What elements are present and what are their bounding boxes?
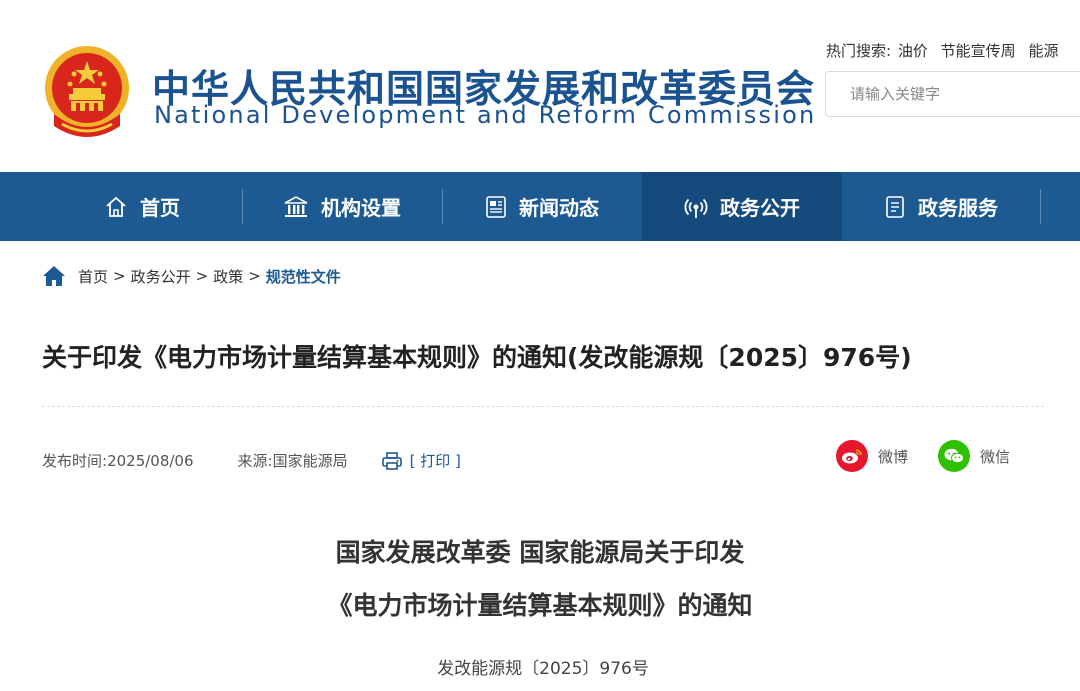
breadcrumb-separator: > (248, 267, 261, 285)
breadcrumb-item-policy[interactable]: 政策 (213, 266, 243, 287)
breadcrumb-item-current[interactable]: 规范性文件 (266, 266, 341, 287)
title-divider (42, 406, 1044, 407)
nav-item-organization[interactable]: 机构设置 (242, 172, 442, 241)
search-box (825, 71, 1080, 117)
main-nav: 首页 机构设置 新闻动态 政务公开 政务服务 (0, 172, 1080, 241)
home-icon[interactable] (42, 265, 66, 287)
breadcrumb-item-government-affairs[interactable]: 政务公开 (131, 266, 191, 287)
nav-item-label: 机构设置 (321, 196, 401, 220)
broadcast-icon (684, 198, 708, 218)
nav-item-label: 政务服务 (918, 196, 998, 220)
print-button[interactable]: [ 打印 ] (381, 450, 461, 471)
nav-item-home[interactable]: 首页 (42, 172, 242, 241)
site-title-en[interactable]: National Development and Reform Commissi… (154, 101, 816, 129)
home-icon (106, 196, 126, 217)
weibo-icon (836, 440, 868, 472)
breadcrumb-separator: > (195, 267, 209, 285)
search-input[interactable] (826, 72, 1080, 116)
site-header: 中华人民共和国国家发展和改革委员会 National Development a… (0, 0, 1080, 172)
hot-search-link[interactable]: 节能宣传周 (941, 42, 1016, 60)
breadcrumb-item-home[interactable]: 首页 (78, 266, 108, 287)
breadcrumb-separator: > (113, 267, 126, 285)
document-icon (886, 195, 904, 218)
printer-icon (381, 451, 402, 470)
publish-date: 2025/08/06 (107, 451, 194, 470)
share-weibo-label: 微博 (878, 447, 909, 466)
share-wechat-label: 微信 (980, 447, 1011, 466)
nav-item-news[interactable]: 新闻动态 (442, 172, 642, 241)
publish-label: 发布时间: (42, 452, 108, 470)
nav-item-label: 政务公开 (720, 196, 800, 220)
nav-item-label: 新闻动态 (519, 196, 599, 220)
wechat-icon (938, 440, 970, 472)
nav-divider (1040, 189, 1041, 224)
document-heading-line1: 国家发展改革委 国家能源局关于印发 (335, 538, 745, 567)
breadcrumb: 首页 > 政务公开 > 政策 > 规范性文件 (42, 264, 341, 288)
building-icon (284, 195, 308, 217)
hot-search: 热门搜索: 油价 节能宣传周 能源 (826, 40, 1066, 61)
print-label: [ 打印 ] (409, 452, 461, 470)
share-wechat-button[interactable]: 微信 (938, 440, 1010, 472)
document-heading-line2: 《电力市场计量结算基本规则》的通知 (327, 591, 753, 620)
nav-item-label: 首页 (140, 196, 180, 220)
national-emblem-icon[interactable] (42, 44, 132, 142)
nav-item-government-services[interactable]: 政务服务 (842, 172, 1040, 241)
article-meta: 发布时间: 2025/08/06 来源: 国家能源局 [ 打印 ] (42, 450, 461, 471)
hot-search-link[interactable]: 能源 (1028, 42, 1058, 60)
hot-search-label: 热门搜索: (826, 42, 892, 60)
document-number: 发改能源规〔2025〕976号 (437, 659, 649, 679)
source-label: 来源: (237, 452, 273, 470)
hot-search-link[interactable]: 油价 (898, 42, 928, 60)
share-weibo-button[interactable]: 微博 (836, 440, 908, 472)
nav-item-government-affairs[interactable]: 政务公开 (642, 172, 842, 241)
newspaper-icon (486, 195, 506, 218)
source-value: 国家能源局 (272, 452, 348, 470)
article-title: 关于印发《电力市场计量结算基本规则》的通知(发改能源规〔2025〕976号) (42, 343, 912, 372)
